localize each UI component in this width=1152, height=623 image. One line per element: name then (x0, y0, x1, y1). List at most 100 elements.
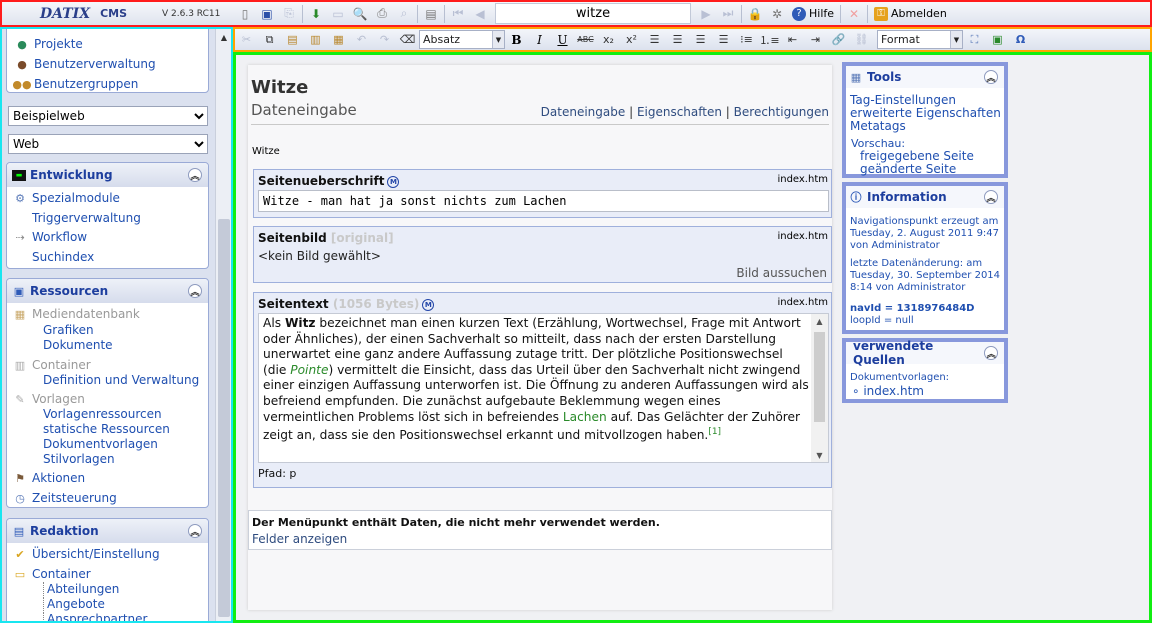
sidebar-item-abteilungen[interactable]: Abteilungen (43, 582, 119, 596)
multilang-icon[interactable]: M (422, 299, 435, 311)
sidebar-item-dokumentvorlagen[interactable]: Dokumentvorlagen (43, 437, 158, 451)
tag-settings-link[interactable]: Tag-Einstellungen (850, 93, 956, 107)
prev-icon[interactable]: ◀ (469, 3, 491, 24)
print-icon[interactable]: ⎙ (371, 3, 393, 24)
window-icon[interactable]: ▭ (327, 3, 349, 24)
scroll-thumb[interactable] (814, 332, 825, 422)
sidebar-item-container[interactable]: ▥ Container (13, 358, 91, 372)
logout-button[interactable]: ⚿ Abmelden (870, 6, 951, 21)
special-char-icon[interactable]: Ω (1009, 30, 1032, 49)
sidebar-item-zeitsteuerung[interactable]: ◷ Zeitsteuerung (13, 491, 117, 505)
scroll-thumb[interactable] (218, 219, 230, 617)
superscript-icon[interactable]: x² (620, 30, 643, 49)
align-center-icon[interactable]: ☰ (666, 30, 689, 49)
sidebar-item-angebote[interactable]: Angebote (43, 597, 105, 611)
panel-redaktion-header[interactable]: ▤ Redaktion ︽ (7, 519, 208, 543)
find-icon[interactable]: ⌕ (393, 3, 415, 24)
panel-entwicklung-header[interactable]: ▬ Entwicklung ︽ (7, 163, 208, 187)
image-icon[interactable]: ▣ (986, 30, 1009, 49)
panel-ressourcen-header[interactable]: ▣ Ressourcen ︽ (7, 279, 208, 303)
paste-icon[interactable]: ▤ (281, 30, 304, 49)
metatags-link[interactable]: Metatags (850, 119, 906, 133)
current-page-field[interactable]: witze (495, 3, 691, 24)
sidebar-item-vorlagen[interactable]: ✎ Vorlagen (13, 392, 84, 406)
format-select[interactable]: Format ▼ (877, 30, 963, 49)
help-button[interactable]: ? Hilfe (788, 6, 838, 21)
properties-icon[interactable]: ▤ (420, 3, 442, 24)
sidebar-item-statische-ressourcen[interactable]: statische Ressourcen (43, 422, 170, 436)
source-icon[interactable]: ⛶ (963, 30, 986, 49)
sidebar-item-grafiken[interactable]: Grafiken (43, 323, 94, 337)
paragraph-format-select[interactable]: Absatz ▼ (419, 30, 505, 49)
paste-word-icon[interactable]: ▦ (327, 30, 350, 49)
next-icon[interactable]: ▶ (695, 3, 717, 24)
editor-scrollbar[interactable]: ▲ ▼ (811, 314, 828, 462)
tab-berechtigungen[interactable]: Berechtigungen (734, 105, 829, 119)
tab-eigenschaften[interactable]: Eigenschaften (637, 105, 722, 119)
preview-released-link[interactable]: freigegebene Seite (860, 149, 974, 163)
bold-icon[interactable]: B (505, 30, 528, 49)
tools-header[interactable]: ▦ Tools ︽ (846, 66, 1004, 88)
collapse-icon[interactable]: ︽ (984, 346, 998, 360)
justify-icon[interactable]: ☰ (712, 30, 735, 49)
sidebar-item-benutzergruppen[interactable]: ●● Benutzergruppen (12, 77, 138, 91)
link-lachen[interactable]: Lachen (563, 410, 607, 424)
sidebar-item-triggerverwaltung[interactable]: Triggerverwaltung (32, 211, 141, 225)
sidebar-item-suchindex[interactable]: Suchindex (32, 250, 94, 264)
indent-icon[interactable]: ⇥ (804, 30, 827, 49)
underline-icon[interactable]: U (551, 30, 574, 49)
save-as-icon[interactable]: ⎘ (278, 3, 300, 24)
new-page-icon[interactable]: ▯ (234, 3, 256, 24)
heading-input[interactable]: Witze - man hat ja sonst nichts zum Lach… (258, 190, 829, 212)
rich-text-editor[interactable]: Als Witz bezeichnet man einen kurzen Tex… (258, 313, 829, 463)
scroll-up-icon[interactable]: ▲ (216, 29, 231, 45)
collapse-icon[interactable]: ︽ (188, 524, 202, 538)
link-pointe[interactable]: Pointe (290, 363, 328, 377)
sidebar-item-ansprechpartner[interactable]: Ansprechpartner (43, 612, 147, 621)
sidebar-item-dokumente[interactable]: Dokumente (43, 338, 113, 352)
footnote-ref[interactable]: [1] (708, 427, 721, 437)
align-right-icon[interactable]: ☰ (689, 30, 712, 49)
first-icon[interactable]: ⏮ (447, 3, 469, 24)
show-fields-link[interactable]: Felder anzeigen (252, 532, 347, 546)
italic-icon[interactable]: I (528, 30, 551, 49)
collapse-icon[interactable]: ︽ (984, 190, 998, 204)
sidebar-item-mediendatenbank[interactable]: ▦ Mediendatenbank (13, 307, 140, 321)
bullet-list-icon[interactable]: ⁝≡ (735, 30, 758, 49)
choose-image-link[interactable]: Bild aussuchen (736, 266, 827, 280)
sidebar-item-workflow[interactable]: ⇢ Workflow (13, 230, 87, 244)
strikethrough-icon[interactable]: ABC (574, 30, 597, 49)
sidebar-item-redaktion-container[interactable]: ▭ Container (13, 567, 91, 581)
save-icon[interactable]: ▣ (256, 3, 278, 24)
copy-icon[interactable]: ⧉ (258, 30, 281, 49)
numbered-list-icon[interactable]: ⒈≡ (758, 30, 781, 49)
sidebar-item-benutzerverwaltung[interactable]: ● Benutzerverwaltung (15, 57, 155, 71)
area-select[interactable]: Web (8, 134, 208, 154)
debug-icon[interactable]: ✲ (766, 3, 788, 24)
sidebar-item-aktionen[interactable]: ⚑ Aktionen (13, 471, 85, 485)
sidebar-item-vorlagenressourcen[interactable]: Vorlagenressourcen (43, 407, 162, 421)
extended-properties-link[interactable]: erweiterte Eigenschaften (850, 106, 1001, 120)
collapse-icon[interactable]: ︽ (984, 70, 998, 84)
cut-icon[interactable]: ✂ (235, 30, 258, 49)
sidebar-item-uebersicht[interactable]: ✔ Übersicht/Einstellung (13, 547, 159, 561)
scroll-down-icon[interactable]: ▼ (811, 448, 828, 462)
lock-icon[interactable]: 🔒 (744, 3, 766, 24)
unlink-icon[interactable]: ⛓ (850, 30, 873, 49)
subscript-icon[interactable]: x₂ (597, 30, 620, 49)
information-header[interactable]: ⓘ Information ︽ (846, 186, 1004, 208)
paste-text-icon[interactable]: ▥ (304, 30, 327, 49)
scroll-up-icon[interactable]: ▲ (811, 314, 828, 328)
source-item[interactable]: ∘ index.htm (852, 384, 924, 398)
sidebar-scrollbar[interactable]: ▲ (215, 29, 231, 621)
preview-icon[interactable]: 🔍 (349, 3, 371, 24)
editor-text[interactable]: Als Witz bezeichnet man einen kurzen Tex… (263, 316, 809, 444)
undo-icon[interactable]: ↶ (350, 30, 373, 49)
link-icon[interactable]: 🔗 (827, 30, 850, 49)
redo-icon[interactable]: ↷ (373, 30, 396, 49)
sidebar-item-stilvorlagen[interactable]: Stilvorlagen (43, 452, 115, 466)
site-select[interactable]: Beispielweb (8, 106, 208, 126)
collapse-icon[interactable]: ︽ (188, 284, 202, 298)
close-icon[interactable]: ✕ (843, 3, 865, 24)
align-left-icon[interactable]: ☰ (643, 30, 666, 49)
